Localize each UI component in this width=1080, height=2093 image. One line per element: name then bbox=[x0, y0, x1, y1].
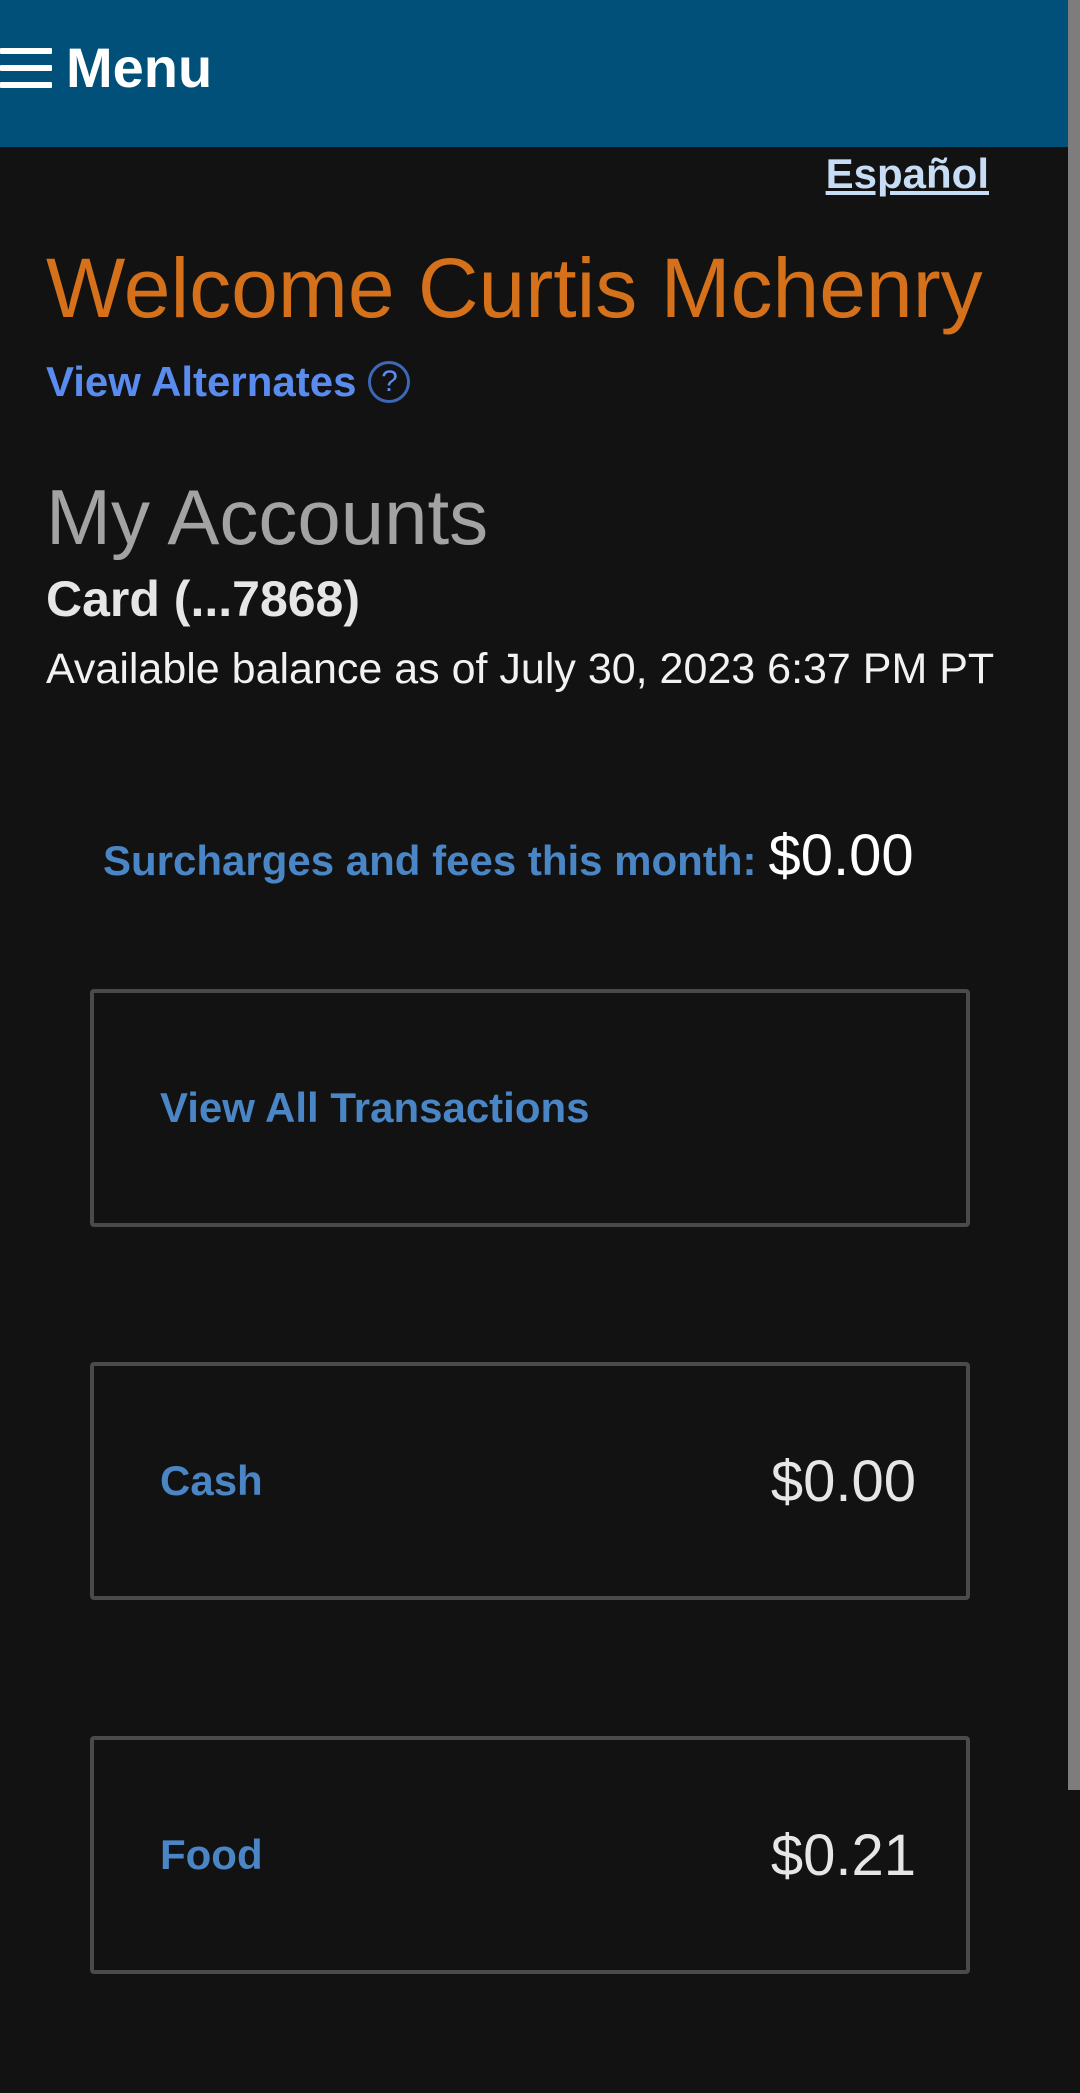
cash-balance-card[interactable]: Cash $0.00 bbox=[90, 1362, 970, 1600]
food-label: Food bbox=[160, 1831, 263, 1878]
food-amount: $0.21 bbox=[770, 1822, 916, 1888]
balance-timestamp: Available balance as of July 30, 2023 6:… bbox=[46, 645, 995, 693]
hamburger-icon bbox=[0, 47, 52, 88]
menu-button[interactable]: Menu bbox=[0, 35, 212, 100]
fees-label: Surcharges and fees this month: bbox=[103, 837, 757, 884]
top-nav-bar: Menu bbox=[0, 0, 1068, 147]
welcome-heading: Welcome Curtis Mchenry bbox=[46, 241, 983, 335]
my-accounts-heading: My Accounts bbox=[46, 473, 489, 561]
help-icon[interactable]: ? bbox=[368, 361, 411, 403]
view-alternates-link[interactable]: View Alternates bbox=[46, 358, 356, 406]
page-scrollbar[interactable] bbox=[1068, 0, 1080, 1790]
cash-amount: $0.00 bbox=[770, 1448, 916, 1514]
card-number-label: Card (...7868) bbox=[46, 571, 361, 627]
fees-summary: Surcharges and fees this month: $0.00 bbox=[103, 822, 914, 889]
cash-label: Cash bbox=[160, 1457, 263, 1504]
food-balance-card[interactable]: Food $0.21 bbox=[90, 1736, 970, 1974]
view-alternates-row: View Alternates ? bbox=[46, 358, 411, 406]
view-all-transactions-button[interactable]: View All Transactions bbox=[90, 989, 970, 1227]
espanol-language-link[interactable]: Español bbox=[826, 150, 989, 198]
fees-value: $0.00 bbox=[768, 823, 914, 888]
menu-label: Menu bbox=[66, 36, 213, 99]
view-all-transactions-label: View All Transactions bbox=[160, 1084, 590, 1131]
